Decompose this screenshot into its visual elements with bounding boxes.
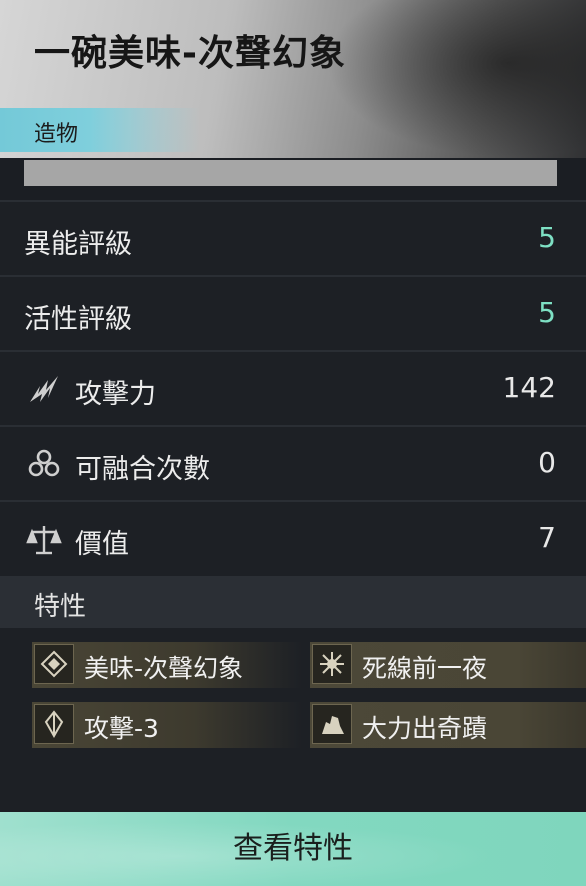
- trait-label: 大力出奇蹟: [362, 714, 488, 743]
- trait-chip[interactable]: 死線前一夜: [310, 642, 586, 688]
- stat-label: 異能評級: [24, 229, 132, 260]
- traits-section-header: 特性: [0, 576, 586, 628]
- stat-row-fusion-count: 可融合次數 0: [0, 427, 586, 501]
- stat-value: 7: [538, 521, 556, 554]
- stat-label: 活性評級: [24, 304, 132, 335]
- stat-value: 5: [538, 296, 556, 329]
- trait-chip[interactable]: 攻擊-3: [32, 702, 302, 748]
- crystal-icon: [34, 704, 74, 744]
- trait-chip[interactable]: 美味-次聲幻象: [32, 642, 302, 688]
- starburst-icon: [312, 644, 352, 684]
- stat-row-value: 價值 7: [0, 502, 586, 576]
- stat-label: 價值: [75, 529, 129, 560]
- traits-list: 美味-次聲幻象 死線前一夜 攻擊-3 大力出奇蹟: [0, 628, 586, 810]
- description-bar: [24, 160, 557, 186]
- stat-label: 攻擊力: [75, 379, 156, 410]
- trait-chip[interactable]: 大力出奇蹟: [310, 702, 586, 748]
- item-category: 造物: [34, 122, 79, 147]
- stat-row-activity-grade: 活性評級 5: [0, 277, 586, 351]
- trait-label: 攻擊-3: [84, 714, 159, 743]
- view-traits-label: 查看特性: [233, 831, 353, 866]
- trait-label: 美味-次聲幻象: [84, 654, 244, 683]
- stat-label: 可融合次數: [75, 454, 210, 485]
- stat-value: 0: [538, 446, 556, 479]
- view-traits-button[interactable]: 查看特性: [0, 812, 586, 886]
- category-band: [0, 108, 200, 152]
- traits-section-label: 特性: [34, 592, 87, 622]
- stat-row-attack: 攻擊力 142: [0, 352, 586, 426]
- balance-scale-icon: [26, 522, 62, 558]
- trait-label: 死線前一夜: [362, 654, 488, 683]
- stat-value: 5: [538, 221, 556, 254]
- knot-icon: [26, 447, 62, 483]
- stat-value: 142: [502, 371, 556, 404]
- item-title: 一碗美味-次聲幻象: [34, 33, 346, 74]
- stat-row-ability-grade: 異能評級 5: [0, 202, 586, 276]
- item-detail-panel: 一碗美味-次聲幻象 造物 異能評級 5 活性評級 5 攻擊力 142 可融合次數…: [0, 0, 586, 886]
- diamond-icon: [34, 644, 74, 684]
- claw-strike-icon: [26, 372, 62, 408]
- flex-arm-icon: [312, 704, 352, 744]
